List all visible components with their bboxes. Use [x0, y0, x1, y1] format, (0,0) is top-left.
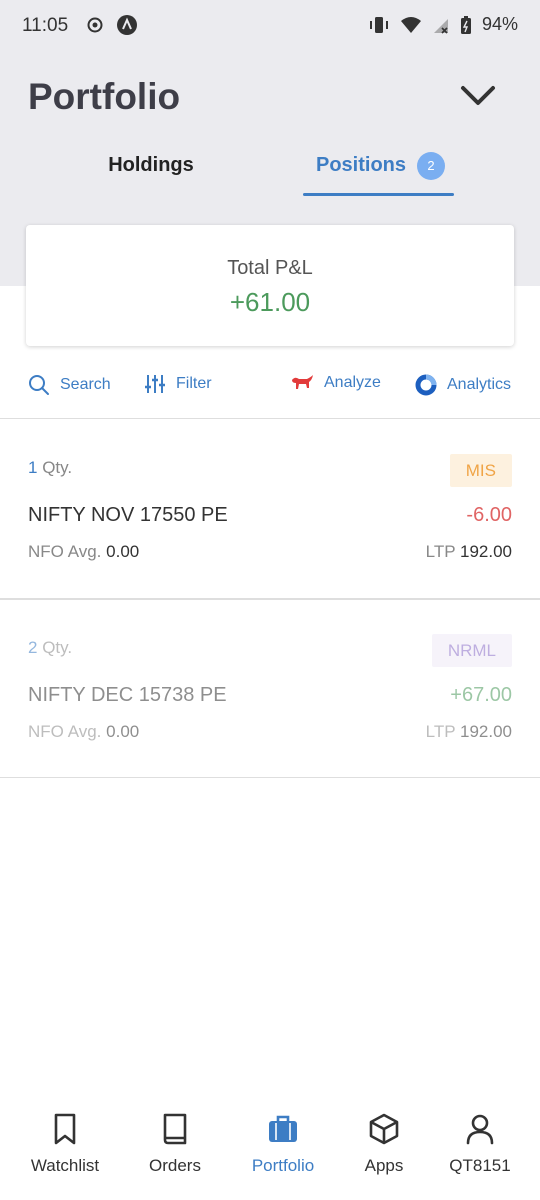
- cube-icon: [369, 1113, 399, 1145]
- tab-positions[interactable]: Positions 2: [303, 150, 454, 196]
- analytics-button[interactable]: Analytics: [415, 374, 511, 396]
- product-badge: NRML: [431, 634, 512, 667]
- page-title: Portfolio: [28, 76, 181, 117]
- nav-apps[interactable]: Apps: [330, 1112, 438, 1176]
- position-exchange: NFO: [28, 542, 64, 561]
- filter-button[interactable]: Filter: [144, 374, 212, 394]
- position-symbol: NIFTY NOV 17550 PE: [28, 504, 228, 526]
- analytics-ring-icon: [415, 374, 437, 396]
- vibrate-icon: [369, 16, 388, 33]
- nav-label: Orders: [149, 1156, 201, 1175]
- position-pnl: -6.00: [466, 504, 512, 526]
- nav-label: Watchlist: [30, 1156, 100, 1175]
- nav-portfolio[interactable]: Portfolio: [229, 1112, 337, 1176]
- search-label: Search: [60, 376, 111, 393]
- position-ltp: 192.00: [460, 722, 512, 741]
- nav-profile[interactable]: QT8151: [426, 1112, 534, 1176]
- status-time: 11:05: [22, 15, 69, 36]
- filter-label: Filter: [176, 375, 212, 392]
- status-bar: 11:05 94%: [0, 0, 540, 52]
- signal-icon: [433, 18, 448, 34]
- book-icon: [163, 1113, 187, 1145]
- tab-bar: Holdings Positions 2: [0, 150, 540, 196]
- position-symbol: NIFTY DEC 15738 PE: [28, 684, 227, 706]
- briefcase-icon: [269, 1115, 297, 1142]
- position-avg: 0.00: [106, 722, 140, 741]
- tab-positions-label: Positions: [316, 154, 407, 176]
- position-ltp: 192.00: [460, 542, 512, 561]
- position-qty-label: Qty.: [42, 638, 73, 657]
- position-pnl: +67.00: [450, 684, 512, 706]
- position-avg-label: Avg.: [67, 722, 102, 741]
- bull-icon: [292, 375, 313, 389]
- position-row[interactable]: 2 Qty. NRML NIFTY DEC 15738 PE +67.00 NF…: [0, 600, 540, 778]
- nav-watchlist[interactable]: Watchlist: [11, 1112, 119, 1176]
- search-icon: [29, 375, 49, 395]
- total-pnl-card: Total P&L +61.00: [26, 225, 514, 346]
- position-qty: 1: [28, 458, 38, 477]
- position-row[interactable]: 1 Qty. MIS NIFTY NOV 17550 PE -6.00 NFO …: [0, 420, 540, 598]
- analytics-label: Analytics: [447, 376, 512, 393]
- position-exchange: NFO: [28, 722, 64, 741]
- active-tab-indicator: [303, 193, 454, 196]
- nav-label: Apps: [364, 1156, 404, 1175]
- divider: [0, 777, 540, 778]
- position-ltp-label: LTP: [425, 542, 456, 561]
- total-pnl-label: Total P&L: [227, 257, 313, 279]
- position-avg-label: Avg.: [67, 542, 102, 561]
- positions-toolbar: Search Filter Analyze Analytics: [0, 366, 540, 408]
- divider: [0, 418, 540, 419]
- position-qty-label: Qty.: [42, 458, 73, 477]
- battery-icon: [460, 15, 471, 34]
- battery-percent: 94%: [481, 14, 518, 34]
- user-icon: [466, 1114, 494, 1145]
- nav-label: QT8151: [449, 1156, 511, 1175]
- analyze-label: Analyze: [324, 374, 381, 391]
- position-avg: 0.00: [106, 542, 140, 561]
- product-badge: MIS: [449, 454, 512, 487]
- position-ltp-label: LTP: [425, 722, 456, 741]
- position-qty: 2: [28, 638, 38, 657]
- nav-label: Portfolio: [251, 1156, 315, 1175]
- total-pnl-value: +61.00: [229, 287, 311, 317]
- nav-orders[interactable]: Orders: [121, 1112, 229, 1176]
- chevron-down-icon[interactable]: [460, 82, 496, 110]
- app-notification-icon: [117, 15, 137, 35]
- wifi-icon: [400, 16, 421, 33]
- analyze-button[interactable]: Analyze: [290, 374, 381, 392]
- positions-count-badge: 2: [417, 152, 445, 180]
- bottom-nav: Watchlist Orders Portfolio Apps QT8151: [0, 1096, 540, 1200]
- bookmark-icon: [54, 1113, 76, 1145]
- record-icon: [87, 17, 103, 33]
- filter-sliders-icon: [145, 375, 165, 393]
- tab-holdings[interactable]: Holdings: [50, 154, 252, 177]
- search-button[interactable]: Search: [28, 374, 111, 396]
